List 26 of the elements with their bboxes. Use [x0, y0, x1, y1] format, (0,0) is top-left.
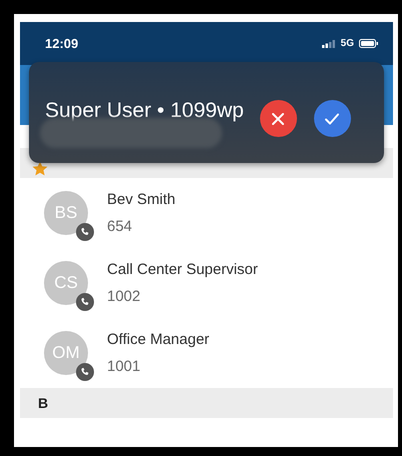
battery-icon — [359, 39, 379, 48]
phone-badge-icon — [76, 223, 94, 241]
caller-title: Super User • 1099wp — [45, 98, 244, 122]
avatar-initials: CS — [54, 273, 78, 293]
contact-name: Call Center Supervisor — [107, 261, 258, 278]
section-letter: B — [37, 395, 48, 411]
contact-row[interactable]: CS Call Center Supervisor 1002 — [20, 248, 393, 318]
avatar-initials: OM — [52, 343, 80, 363]
network-label: 5G — [340, 38, 354, 49]
avatar-initials: BS — [54, 203, 78, 223]
contact-number: 654 — [107, 218, 134, 235]
phone-badge-icon — [76, 293, 94, 311]
accept-button[interactable] — [314, 100, 351, 137]
signal-icon — [322, 40, 336, 48]
check-icon — [324, 112, 340, 126]
decline-button[interactable] — [260, 100, 297, 137]
contact-number: 1001 — [107, 358, 142, 375]
contact-row[interactable]: BS Bev Smith 654 — [20, 178, 393, 248]
star-icon — [32, 161, 48, 177]
clock-time: 12:09 — [45, 36, 78, 51]
contact-number: 1002 — [107, 288, 142, 305]
contact-name: Bev Smith — [107, 191, 176, 208]
contact-name: Office Manager — [107, 331, 210, 348]
phone-badge-icon — [76, 363, 94, 381]
close-icon — [271, 112, 286, 126]
contact-row[interactable]: OM Office Manager 1001 — [20, 318, 393, 388]
